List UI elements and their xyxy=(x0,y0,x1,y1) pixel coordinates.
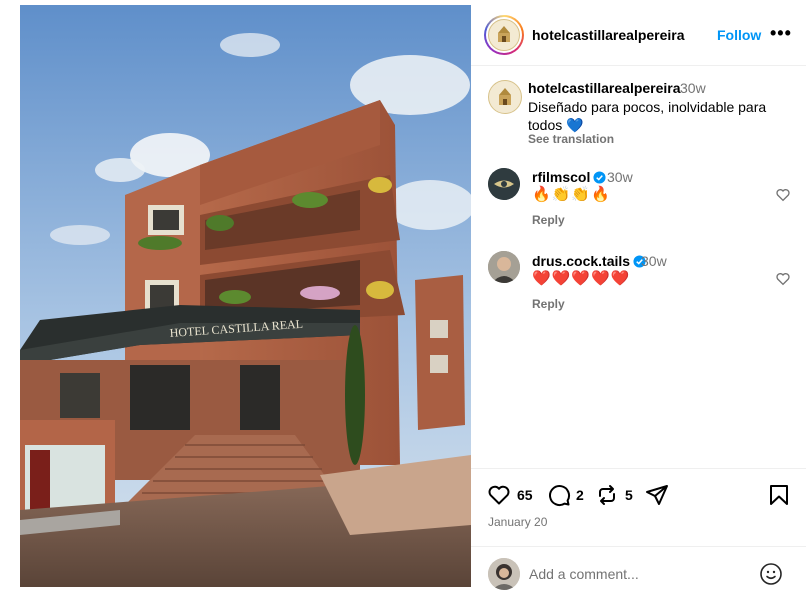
more-options-icon[interactable]: ••• xyxy=(770,23,792,44)
verified-badge-icon xyxy=(593,170,606,184)
reply-button[interactable]: Reply xyxy=(532,297,565,311)
repost-icon[interactable] xyxy=(595,483,619,507)
current-user-avatar xyxy=(488,558,520,590)
page-margin xyxy=(0,0,20,589)
comment-count[interactable]: 2 xyxy=(576,487,584,503)
caption-text: Diseñado para pocos, inolvidable para to… xyxy=(528,99,767,133)
comment-timestamp[interactable]: 30w xyxy=(607,169,633,185)
repost-count[interactable]: 5 xyxy=(625,487,633,503)
comment-like-icon[interactable] xyxy=(775,271,791,287)
comment-like-icon[interactable] xyxy=(775,187,791,203)
caption-timestamp[interactable]: 30w xyxy=(680,80,706,96)
save-icon[interactable] xyxy=(767,483,791,507)
caption-avatar[interactable] xyxy=(488,80,522,114)
comment-input[interactable] xyxy=(529,565,749,583)
hotel-logo-icon xyxy=(488,19,520,51)
post-image[interactable]: HOTEL CASTILLA REAL xyxy=(20,5,471,587)
see-translation-link[interactable]: See translation xyxy=(528,132,614,146)
like-icon[interactable] xyxy=(487,483,511,507)
emoji-icon[interactable] xyxy=(759,562,783,586)
comment-username[interactable]: rfilmscol xyxy=(532,169,606,185)
post-header: hotelcastillarealpereira Follow ••• xyxy=(471,5,806,66)
post-sidebar: hotelcastillarealpereira Follow ••• hote… xyxy=(471,5,806,590)
actions-divider xyxy=(471,468,806,469)
like-count[interactable]: 65 xyxy=(517,487,533,503)
share-icon[interactable] xyxy=(645,483,669,507)
comment-timestamp[interactable]: 30w xyxy=(641,253,667,269)
comment-text: 🔥👏👏🔥 xyxy=(532,186,611,203)
author-avatar[interactable] xyxy=(484,15,524,55)
author-username[interactable]: hotelcastillarealpereira xyxy=(532,27,685,43)
comment-icon[interactable] xyxy=(547,483,571,507)
post-date[interactable]: January 20 xyxy=(488,515,547,529)
hotel-photo: HOTEL CASTILLA REAL xyxy=(20,5,471,587)
comment-username[interactable]: drus.cock.tails xyxy=(532,253,646,269)
comment-username-text[interactable]: drus.cock.tails xyxy=(532,253,630,269)
follow-button[interactable]: Follow xyxy=(717,27,761,43)
reply-button[interactable]: Reply xyxy=(532,213,565,227)
comment-text: ❤️❤️❤️❤️❤️ xyxy=(532,270,631,287)
comment-username-text[interactable]: rfilmscol xyxy=(532,169,590,185)
comment-avatar[interactable] xyxy=(488,168,520,200)
comment-avatar[interactable] xyxy=(488,251,520,283)
caption-username[interactable]: hotelcastillarealpereira xyxy=(528,80,681,96)
